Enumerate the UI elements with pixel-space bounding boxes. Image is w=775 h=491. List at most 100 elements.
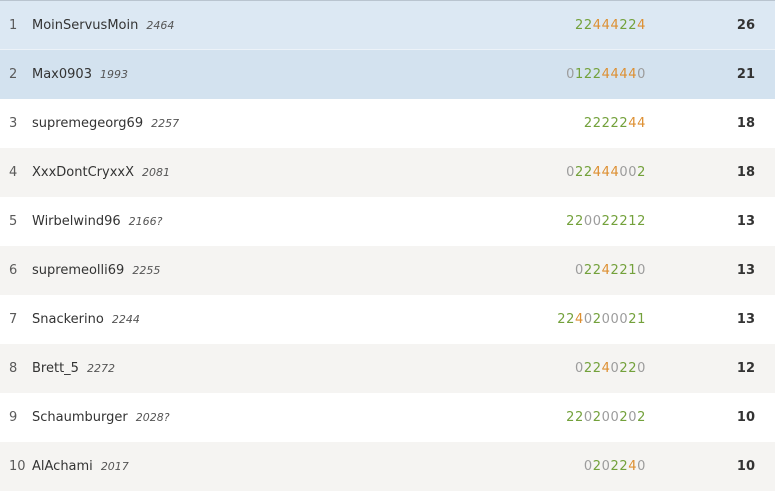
round-results: 220022212 <box>566 197 646 246</box>
player-rating: 2464 <box>146 19 175 32</box>
player-rating: 2028? <box>135 411 170 424</box>
game-result: 0 <box>628 165 638 180</box>
rank: 10 <box>9 459 26 474</box>
game-result: 0 <box>583 214 593 229</box>
game-result: 0 <box>610 410 620 425</box>
round-results: 220200202 <box>566 393 646 442</box>
table-row[interactable]: 5 Wirbelwind96 2166? 220022212 13 <box>0 197 775 246</box>
score: 10 <box>736 410 755 425</box>
table-row[interactable]: 10 AlAchami 2017 0202240 10 <box>0 442 775 491</box>
game-result: 0 <box>637 67 646 82</box>
game-result: 0 <box>610 312 620 327</box>
table-row[interactable]: 8 Brett_5 2272 02240220 12 <box>0 344 775 393</box>
player-rating: 2081 <box>142 166 171 179</box>
game-result: 2 <box>628 361 638 376</box>
player-cell: supremegeorg69 2257 <box>32 99 179 148</box>
game-result: 2 <box>566 312 575 327</box>
table-row[interactable]: 1 MoinServusMoin 2464 22444224 26 <box>0 1 775 50</box>
game-result: 0 <box>628 410 638 425</box>
game-result: 4 <box>601 67 611 82</box>
game-result: 0 <box>583 459 593 474</box>
game-result: 2 <box>619 116 629 131</box>
game-result: 2 <box>575 165 584 180</box>
game-result: 2 <box>619 214 629 229</box>
player-cell: MoinServusMoin 2464 <box>32 1 174 49</box>
game-result: 2 <box>628 17 638 33</box>
game-result: 4 <box>628 459 638 474</box>
player-name-link[interactable]: MoinServusMoin <box>32 1 138 50</box>
game-result: 1 <box>628 214 638 229</box>
game-result: 1 <box>628 263 638 278</box>
game-result: 2 <box>592 410 602 425</box>
game-result: 2 <box>619 459 629 474</box>
game-result: 0 <box>601 410 611 425</box>
game-result: 2 <box>619 17 629 33</box>
game-result: 2 <box>610 459 620 474</box>
game-result: 4 <box>610 17 620 33</box>
game-result: 0 <box>592 214 602 229</box>
game-result: 2 <box>619 361 629 376</box>
player-name-link[interactable]: AlAchami <box>32 442 93 491</box>
game-result: 2 <box>592 361 602 376</box>
score: 12 <box>736 361 755 376</box>
score: 13 <box>736 312 755 327</box>
game-result: 0 <box>566 165 575 180</box>
rank: 5 <box>9 214 18 229</box>
game-result: 2 <box>583 263 593 278</box>
game-result: 2 <box>592 67 602 82</box>
player-cell: XxxDontCryxxX 2081 <box>32 148 170 197</box>
game-result: 0 <box>601 459 611 474</box>
game-result: 4 <box>575 312 584 327</box>
game-result: 1 <box>637 312 646 327</box>
player-name-link[interactable]: Wirbelwind96 <box>32 197 121 246</box>
table-row[interactable]: 4 XxxDontCryxxX 2081 022444002 18 <box>0 148 775 197</box>
player-name-link[interactable]: supremeolli69 <box>32 246 124 295</box>
round-results: 0202240 <box>584 442 646 491</box>
game-result: 2 <box>575 17 584 33</box>
player-cell: AlAchami 2017 <box>32 442 129 491</box>
game-result: 2 <box>592 459 602 474</box>
game-result: 2 <box>583 116 593 131</box>
table-row[interactable]: 7 Snackerino 2244 2240200021 13 <box>0 295 775 344</box>
game-result: 2 <box>592 116 602 131</box>
game-result: 2 <box>637 165 646 180</box>
player-rating: 2166? <box>128 215 163 228</box>
game-result: 2 <box>583 361 593 376</box>
game-result: 2 <box>637 410 646 425</box>
table-row[interactable]: 3 supremegeorg69 2257 2222244 18 <box>0 99 775 148</box>
player-name-link[interactable]: supremegeorg69 <box>32 99 143 148</box>
player-name-link[interactable]: Brett_5 <box>32 344 79 393</box>
game-result: 0 <box>619 165 629 180</box>
game-result: 2 <box>592 263 602 278</box>
game-result: 4 <box>592 165 602 180</box>
game-result: 2 <box>610 214 620 229</box>
rank: 3 <box>9 116 18 131</box>
rank: 7 <box>9 312 18 327</box>
game-result: 0 <box>601 312 611 327</box>
table-row[interactable]: 2 Max0903 1993 012244440 21 <box>0 50 775 99</box>
game-result: 0 <box>637 263 646 278</box>
rank: 4 <box>9 165 18 180</box>
game-result: 2 <box>610 263 620 278</box>
game-result: 2 <box>637 214 646 229</box>
player-cell: Wirbelwind96 2166? <box>32 197 163 246</box>
player-name-link[interactable]: XxxDontCryxxX <box>32 148 134 197</box>
game-result: 4 <box>601 165 611 180</box>
table-row[interactable]: 9 Schaumburger 2028? 220200202 10 <box>0 393 775 442</box>
player-name-link[interactable]: Max0903 <box>32 50 92 99</box>
game-result: 0 <box>610 361 620 376</box>
table-row[interactable]: 6 supremeolli69 2255 02242210 13 <box>0 246 775 295</box>
player-cell: supremeolli69 2255 <box>32 246 160 295</box>
game-result: 2 <box>601 116 611 131</box>
score: 13 <box>736 263 755 278</box>
game-result: 0 <box>575 263 584 278</box>
game-result: 4 <box>637 17 646 33</box>
game-result: 0 <box>583 410 593 425</box>
player-name-link[interactable]: Snackerino <box>32 295 104 344</box>
game-result: 2 <box>610 116 620 131</box>
player-rating: 2272 <box>86 362 115 375</box>
round-results: 02242210 <box>575 246 646 295</box>
game-result: 4 <box>619 67 629 82</box>
game-result: 2 <box>601 214 611 229</box>
player-name-link[interactable]: Schaumburger <box>32 393 128 442</box>
